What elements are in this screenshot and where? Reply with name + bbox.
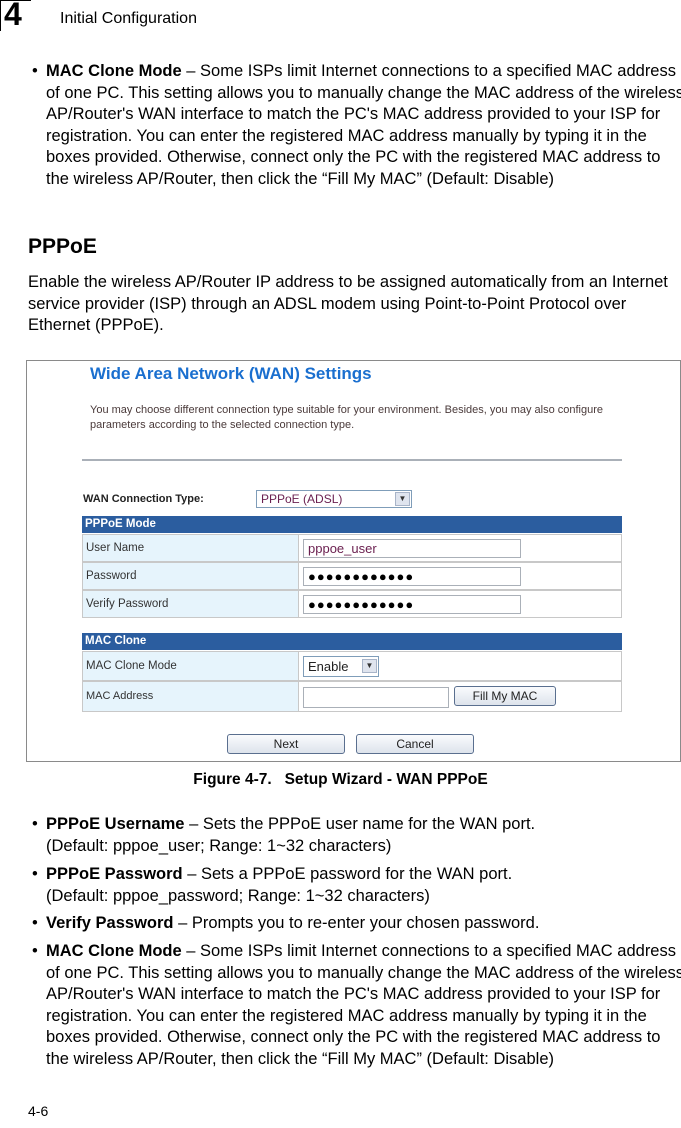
bullet-default: (Default: pppoe_user; Range: 1~32 charac… — [46, 836, 392, 855]
bullet-body: Verify Password – Prompts you to re-ente… — [46, 913, 681, 935]
bullet-term: MAC Clone Mode — [46, 62, 182, 80]
bullet-term: PPPoE Username — [46, 815, 185, 833]
mac-clone-mode-row: MAC Clone Mode Enable ▼ — [82, 651, 622, 681]
figure-caption: Figure 4-7. Setup Wizard - WAN PPPoE — [193, 771, 488, 788]
bullet-term: Verify Password — [46, 914, 174, 932]
section-paragraph: Enable the wireless AP/Router IP address… — [28, 273, 668, 334]
user-name-row: User Name pppoe_user — [82, 534, 622, 562]
user-name-input[interactable]: pppoe_user — [303, 539, 521, 558]
mac-address-label: MAC Address — [83, 682, 299, 711]
mac-address-row: MAC Address Fill My MAC — [82, 681, 622, 712]
bullet-text: – Some ISPs limit Internet connections t… — [46, 942, 681, 1068]
wan-settings-description: You may choose different connection type… — [90, 404, 604, 431]
mac-address-input[interactable] — [303, 687, 449, 708]
wan-connection-type-value: PPPoE (ADSL) — [261, 492, 343, 506]
wan-settings-screenshot: Wide Area Network (WAN) Settings You may… — [26, 360, 681, 762]
bullet-body: PPPoE Password – Sets a PPPoE password f… — [46, 864, 681, 907]
bullet-text: – Prompts you to re-enter your chosen pa… — [173, 914, 540, 932]
bullet-text: – Some ISPs limit Internet connections t… — [46, 62, 681, 188]
bullet-dot: • — [32, 914, 38, 932]
chevron-down-icon[interactable]: ▼ — [395, 492, 410, 506]
bullet-term: PPPoE Password — [46, 865, 183, 883]
bullet-body: MAC Clone Mode – Some ISPs limit Interne… — [46, 941, 681, 1070]
wan-connection-type-label: WAN Connection Type: — [83, 493, 204, 505]
password-label: Password — [83, 563, 299, 589]
verify-password-row: Verify Password ●●●●●●●●●●●● — [82, 590, 622, 618]
bullet-text: – Sets a PPPoE password for the WAN port… — [182, 865, 513, 883]
pppoe-mode-header: PPPoE Mode — [82, 516, 622, 533]
bullet-term: MAC Clone Mode — [46, 942, 182, 960]
divider — [82, 459, 622, 461]
section-heading: PPPoE — [28, 235, 97, 258]
chapter-title: Initial Configuration — [60, 10, 197, 27]
bullet-body: PPPoE Username – Sets the PPPoE user nam… — [46, 814, 681, 857]
mac-clone-mode-value: Enable — [308, 659, 349, 674]
mac-clone-mode-select[interactable]: Enable ▼ — [303, 656, 379, 677]
wan-settings-title: Wide Area Network (WAN) Settings — [90, 364, 372, 383]
bullet-dot: • — [32, 815, 38, 833]
bullet-dot: • — [32, 865, 38, 883]
bullet-dot: • — [32, 62, 38, 80]
chapter-number-box: 4 — [0, 0, 31, 31]
chevron-down-icon[interactable]: ▼ — [362, 659, 377, 673]
password-row: Password ●●●●●●●●●●●● — [82, 562, 622, 590]
user-name-label: User Name — [83, 535, 299, 561]
mac-clone-header: MAC Clone — [82, 633, 622, 650]
verify-password-label: Verify Password — [83, 591, 299, 617]
wan-connection-type-select[interactable]: PPPoE (ADSL) ▼ — [256, 490, 412, 508]
next-button[interactable]: Next — [227, 734, 345, 754]
bullet-default: (Default: pppoe_password; Range: 1~32 ch… — [46, 886, 430, 905]
bullet-dot: • — [32, 942, 38, 960]
chapter-number: 4 — [4, 0, 22, 32]
verify-password-input[interactable]: ●●●●●●●●●●●● — [303, 595, 521, 614]
mac-clone-mode-label: MAC Clone Mode — [83, 652, 299, 680]
password-input[interactable]: ●●●●●●●●●●●● — [303, 567, 521, 586]
bullet-text: – Sets the PPPoE user name for the WAN p… — [184, 815, 536, 833]
page-number: 4-6 — [28, 1103, 49, 1119]
cancel-button[interactable]: Cancel — [356, 734, 474, 754]
bullet-body: MAC Clone Mode – Some ISPs limit Interne… — [46, 61, 681, 190]
fill-my-mac-button[interactable]: Fill My MAC — [454, 686, 556, 706]
